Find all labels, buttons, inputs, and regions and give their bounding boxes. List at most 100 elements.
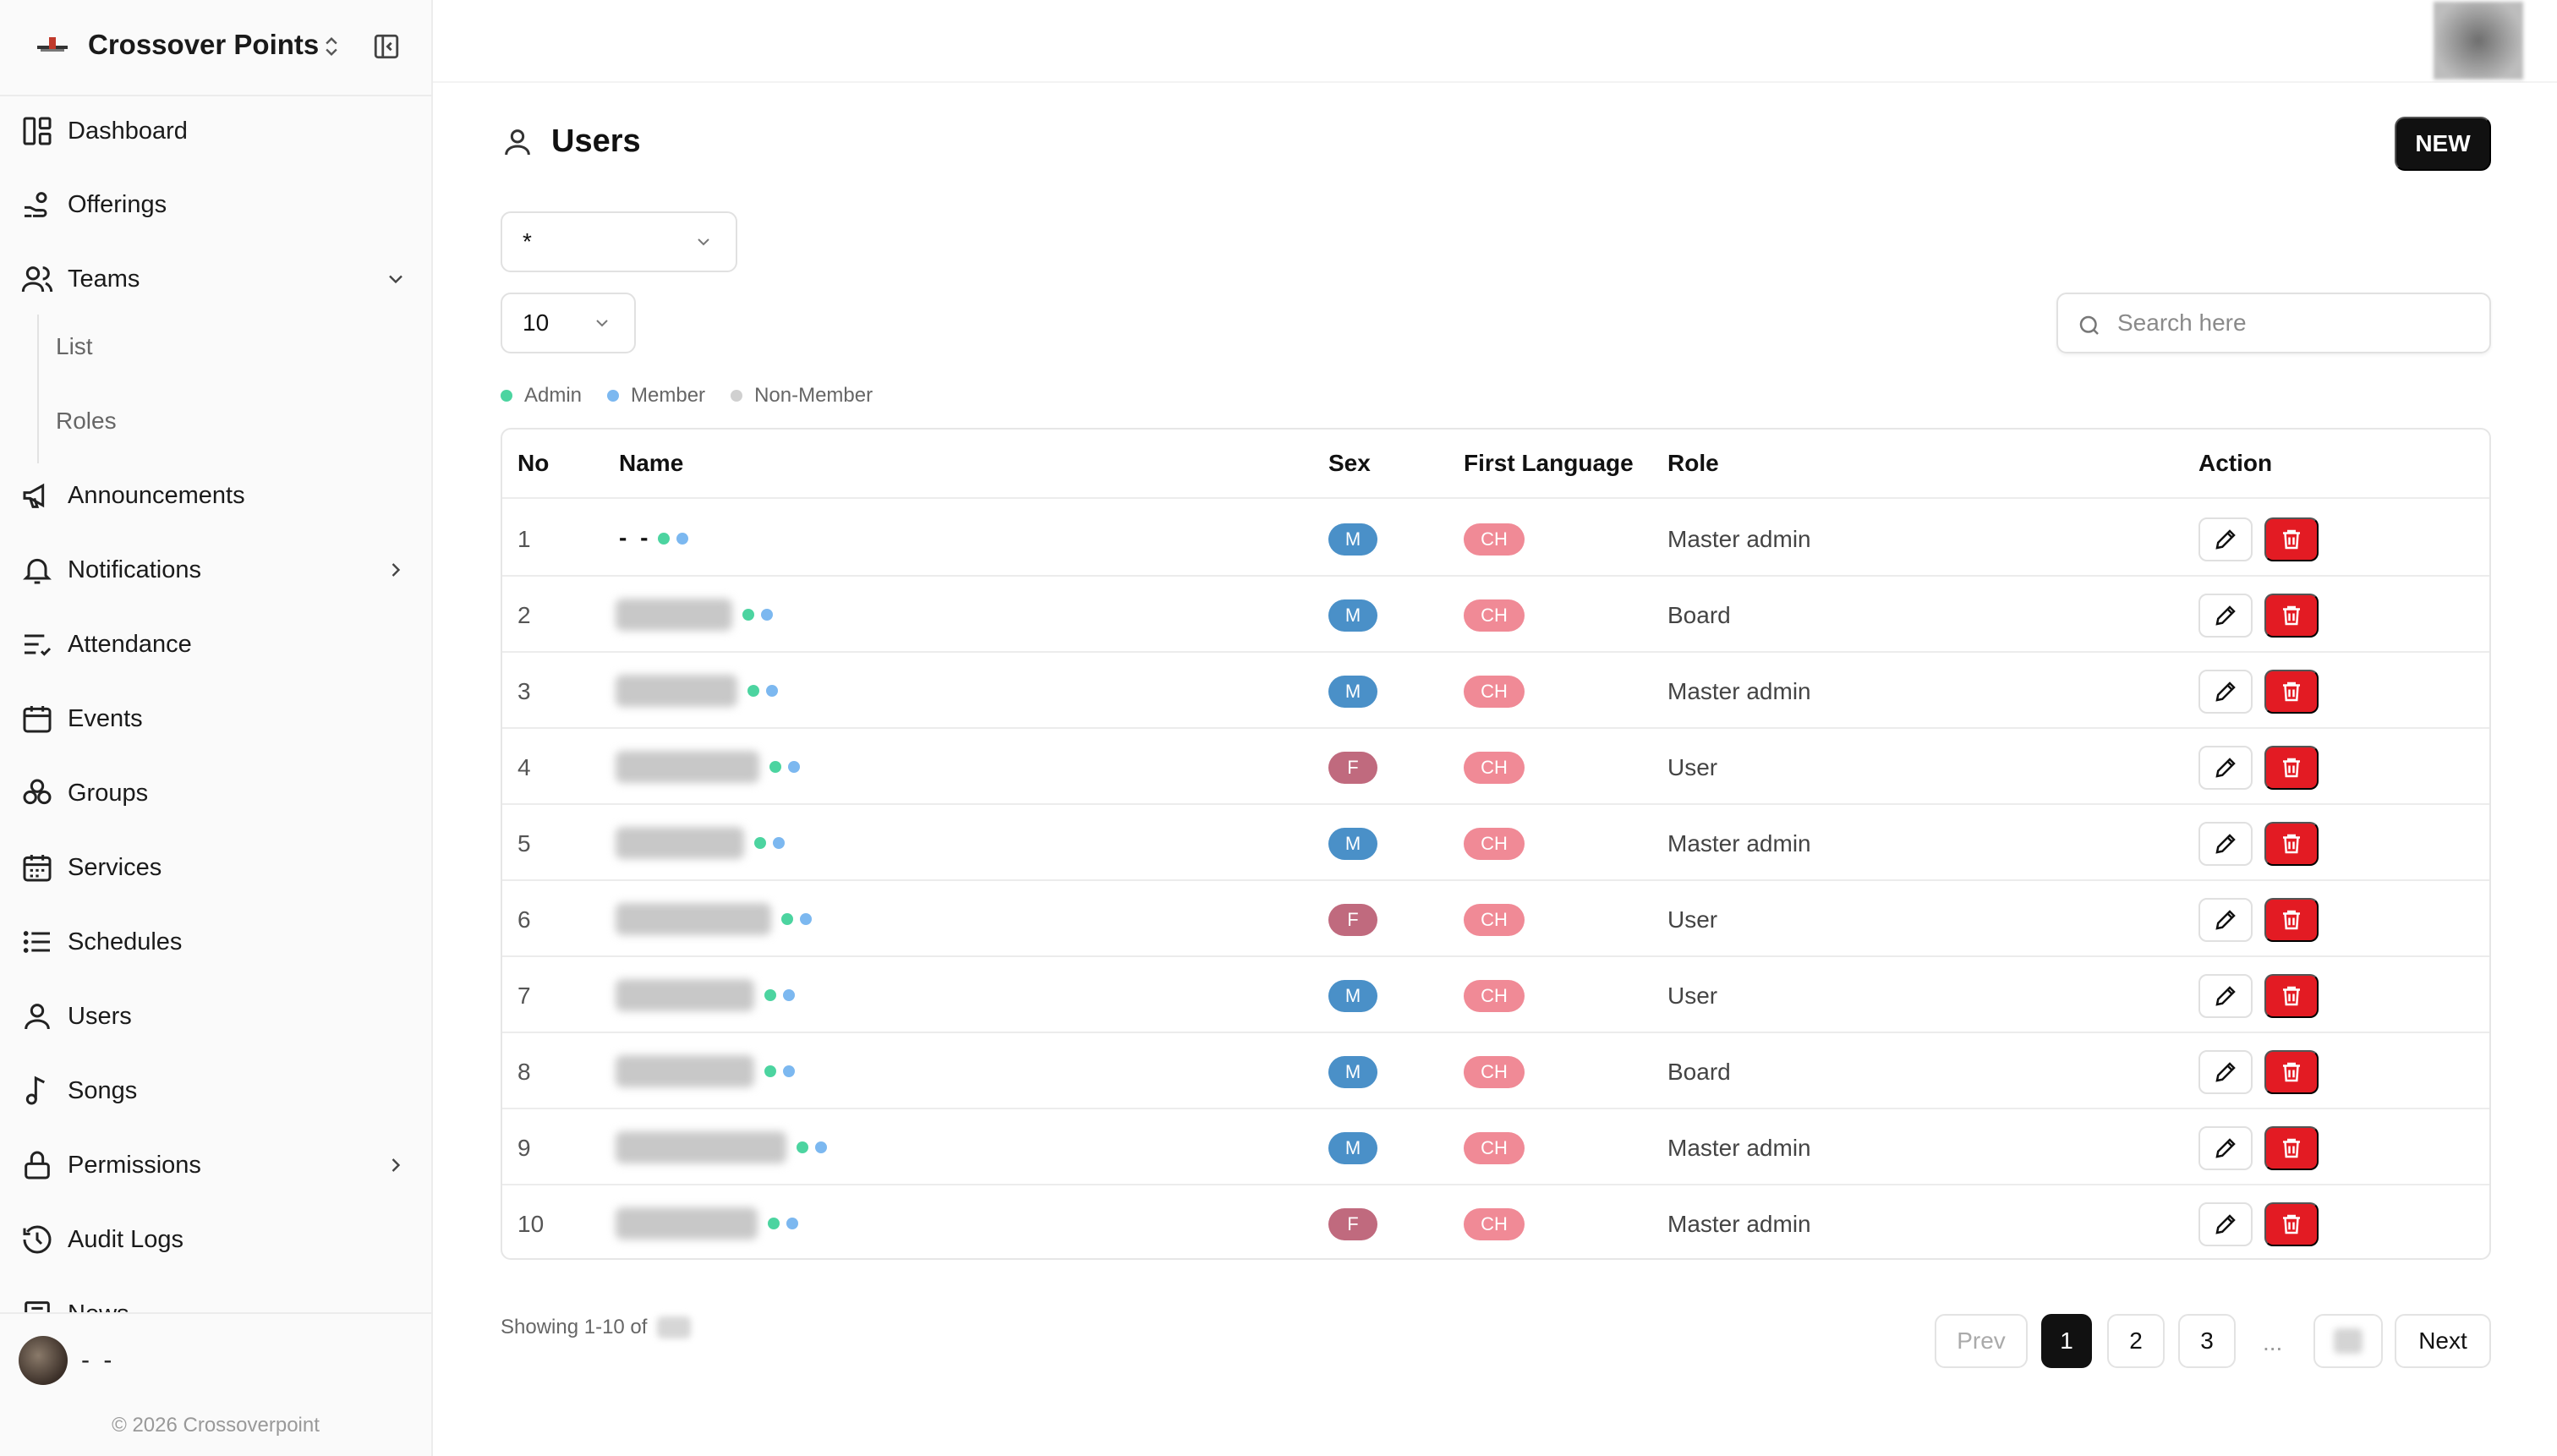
pencil-icon [2215,910,2236,930]
filter-select[interactable]: * [501,211,737,272]
pencil-icon [2215,1214,2236,1234]
sidebar-collapse-icon[interactable] [372,32,401,61]
sidebar-item-offerings[interactable]: Offerings [0,174,431,235]
legend-label: Member [631,384,706,407]
table-row: 1 - - M CH Master admin [502,501,2489,577]
sidebar-item-permissions[interactable]: Permissions [0,1135,431,1196]
edit-button[interactable] [2198,594,2253,638]
sidebar-item-songs[interactable]: Songs [0,1060,431,1121]
membership-dots [797,1141,834,1153]
sidebar-item-services[interactable]: Services [0,837,431,898]
edit-button[interactable] [2198,1050,2253,1094]
edit-button[interactable] [2198,1126,2253,1170]
sidebar-item-schedules[interactable]: Schedules [0,911,431,972]
sidebar-item-label: Dashboard [68,117,188,145]
page-size-select[interactable]: 10 [501,293,636,353]
sex-badge: M [1328,599,1377,632]
trash-icon [2283,910,2300,930]
table-header: No Name Sex First Language Role Action [502,430,2489,499]
sidebar-subitem-roles[interactable]: Roles [56,396,117,446]
sidebar-item-announcements[interactable]: Announcements [0,465,431,526]
sidebar-item-users[interactable]: Users [0,986,431,1047]
sex-badge: F [1328,1208,1377,1240]
language-badge: CH [1464,828,1525,860]
trash-icon [2283,1062,2300,1082]
sidebar-item-label: Teams [68,265,140,293]
next-page-button[interactable]: Next [2395,1314,2491,1368]
admin-dot [764,1065,776,1077]
role-text: Master admin [1667,830,1811,857]
admin-dot [797,1141,808,1153]
delete-button[interactable] [2264,1126,2319,1170]
member-dot [761,609,773,621]
sidebar-item-attendance[interactable]: Attendance [0,614,431,675]
admin-dot [769,761,781,773]
search-input[interactable] [2117,304,2472,342]
page-button-2[interactable]: 2 [2107,1314,2165,1368]
current-user-name: - - [81,1346,116,1374]
row-number: 10 [517,1211,545,1237]
new-user-button[interactable]: NEW [2395,117,2491,171]
role-text: User [1667,983,1718,1009]
pencil-icon [2215,1062,2236,1082]
sidebar-item-notifications[interactable]: Notifications [0,539,431,600]
membership-dots [764,989,802,1001]
role-text: Master admin [1667,678,1811,704]
profile-avatar[interactable] [2434,2,2523,79]
prev-page-button[interactable]: Prev [1935,1314,2028,1368]
role-text: Master admin [1667,526,1811,552]
sidebar-item-groups[interactable]: Groups [0,763,431,824]
edit-button[interactable] [2198,898,2253,942]
page-button-last[interactable] [2313,1314,2383,1368]
trash-icon [2283,1214,2300,1234]
hand-coins-icon [20,188,54,222]
chevrons-up-down-icon[interactable] [320,32,343,61]
avatar[interactable] [19,1336,68,1385]
legend-non-member: Non-Member [731,384,873,408]
column-header-action: Action [2198,450,2273,476]
edit-button[interactable] [2198,974,2253,1018]
total-count-redacted [657,1316,692,1338]
table-row: 8 M CH Board [502,1033,2489,1109]
history-icon [20,1223,54,1256]
delete-button[interactable] [2264,746,2319,790]
delete-button[interactable] [2264,1050,2319,1094]
sidebar-item-events[interactable]: Events [0,688,431,749]
member-dot [786,1218,798,1229]
sidebar-item-audit-logs[interactable]: Audit Logs [0,1209,431,1270]
user-name-redacted [616,1207,758,1240]
last-page-redacted [2334,1328,2363,1354]
edit-button[interactable] [2198,1202,2253,1246]
page-button-1[interactable]: 1 [2041,1314,2092,1368]
sidebar-item-dashboard[interactable]: Dashboard [0,101,431,161]
page-button-3[interactable]: 3 [2178,1314,2236,1368]
page-size-value: 10 [523,309,550,336]
sidebar-item-label: Users [68,1002,132,1030]
search-icon [2079,315,2099,335]
sex-badge: M [1328,1132,1377,1164]
user-name-redacted [616,1131,786,1163]
delete-button[interactable] [2264,1202,2319,1246]
member-dot [783,1065,795,1077]
delete-button[interactable] [2264,898,2319,942]
membership-dots [658,533,695,545]
membership-dots [747,685,785,697]
delete-button[interactable] [2264,670,2319,714]
sidebar-item-label: Services [68,853,162,881]
delete-button[interactable] [2264,822,2319,866]
sidebar-item-teams[interactable]: Teams [0,249,431,309]
delete-button[interactable] [2264,594,2319,638]
language-badge: CH [1464,1208,1525,1240]
user-name-redacted [616,675,737,707]
edit-button[interactable] [2198,746,2253,790]
edit-button[interactable] [2198,822,2253,866]
sidebar-item-label: Events [68,704,143,732]
delete-button[interactable] [2264,517,2319,561]
edit-button[interactable] [2198,670,2253,714]
delete-button[interactable] [2264,974,2319,1018]
sidebar-item-label: Permissions [68,1151,201,1179]
edit-button[interactable] [2198,517,2253,561]
language-badge: CH [1464,980,1525,1012]
sex-badge: M [1328,980,1377,1012]
sidebar-subitem-list[interactable]: List [56,321,93,372]
